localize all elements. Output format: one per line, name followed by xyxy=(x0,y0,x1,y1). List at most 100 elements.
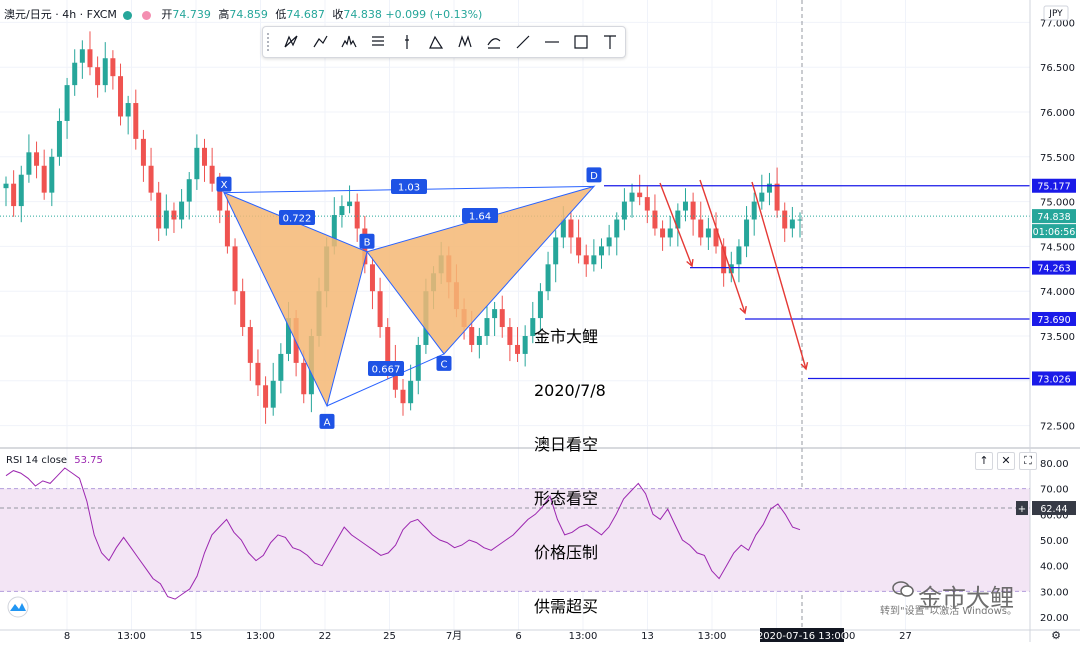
pattern-point-label: B xyxy=(359,233,375,249)
three-drives-icon-path xyxy=(429,35,444,49)
candle xyxy=(644,197,650,211)
candle xyxy=(247,327,253,363)
triangle-pattern-icon[interactable] xyxy=(393,29,422,55)
y-tick-label: 76.000 xyxy=(1040,108,1075,119)
candle xyxy=(140,138,146,166)
candle xyxy=(484,318,490,336)
candle xyxy=(301,362,307,395)
open-value: 74.739 xyxy=(172,8,211,21)
rectangle-icon[interactable] xyxy=(567,29,596,55)
candle xyxy=(171,210,177,220)
candle xyxy=(72,62,78,86)
close-value: 74.838 xyxy=(343,8,382,21)
chart-header: 澳元/日元 · 4h · FXCM 开74.739 高74.859 低74.68… xyxy=(4,6,482,22)
pattern-point-label-text: C xyxy=(441,359,448,370)
change-value: +0.099 (+0.13%) xyxy=(385,8,483,21)
candle xyxy=(774,183,780,211)
candle xyxy=(354,201,360,229)
candle xyxy=(64,85,70,121)
candle xyxy=(400,389,406,404)
candle xyxy=(87,49,93,68)
trend-line-icon[interactable] xyxy=(509,29,538,55)
y-tick-label: 74.000 xyxy=(1040,287,1075,298)
price-badge-text: 74.263 xyxy=(1037,264,1070,275)
candle xyxy=(163,210,169,229)
cypher-pattern-icon[interactable] xyxy=(306,29,335,55)
candle xyxy=(56,120,62,157)
maximize-icon[interactable]: ⛶ xyxy=(1019,452,1037,470)
toolbar-drag-handle[interactable] xyxy=(267,33,277,51)
crosshair-time-label: 2020-07-16 13:00 xyxy=(757,628,847,642)
three-drives-icon[interactable] xyxy=(422,29,451,55)
rsi-tick-label: 50.00 xyxy=(1040,536,1069,547)
elliott-wave-icon-path xyxy=(458,35,472,48)
candle xyxy=(179,201,185,220)
candle xyxy=(660,228,666,238)
abcd-pattern-icon[interactable] xyxy=(364,29,393,55)
wave-icon[interactable] xyxy=(141,10,151,20)
candle xyxy=(41,165,47,193)
abcd-icon[interactable] xyxy=(480,29,509,55)
price-badge: 73.690 xyxy=(1032,311,1076,326)
candle xyxy=(492,309,498,319)
candle xyxy=(156,192,162,229)
drawing-toolbar xyxy=(262,26,626,58)
candle xyxy=(202,147,207,166)
candle xyxy=(415,344,421,381)
price-badge: 73.026 xyxy=(1032,371,1076,386)
pattern-point-label: X xyxy=(216,176,232,192)
high-label: 高 xyxy=(218,8,230,21)
price-badge: 74.838 xyxy=(1032,209,1076,224)
pattern-ratio-label-text: 1.03 xyxy=(398,183,420,194)
candle xyxy=(789,219,795,229)
rectangle-icon-glyph xyxy=(574,35,588,49)
x-tick-label: 13 xyxy=(641,631,654,642)
text-tool-icon[interactable] xyxy=(596,29,625,55)
pattern-point-label-text: X xyxy=(221,180,228,191)
triangle-pattern-icon-path xyxy=(405,35,410,49)
candle xyxy=(102,58,108,86)
candle xyxy=(11,183,17,207)
high-value: 74.859 xyxy=(229,8,268,21)
pattern-ratio-label: 0.722 xyxy=(279,210,315,225)
move-up-icon[interactable]: ↑ xyxy=(975,452,993,470)
pattern-ratio-label-text: 0.722 xyxy=(283,214,312,225)
note-line: 澳日看空 xyxy=(534,435,599,454)
pattern-point-label-text: D xyxy=(590,171,598,182)
x-tick-label: 13:00 xyxy=(117,631,146,642)
elliott-wave-icon[interactable] xyxy=(451,29,480,55)
price-badge-text: 01:06:56 xyxy=(1033,227,1076,238)
three-drives-icon-glyph xyxy=(429,35,444,49)
price-badge-text: 73.690 xyxy=(1037,315,1070,326)
candle xyxy=(667,228,673,238)
cypher-pattern-icon-glyph xyxy=(313,35,328,48)
horizontal-line-icon[interactable] xyxy=(538,29,567,55)
abcd-pattern-icon-path xyxy=(372,36,385,46)
rsi-value: 53.75 xyxy=(74,455,103,466)
rsi-header[interactable]: RSI 14 close 53.75 xyxy=(6,455,103,466)
head-shoulders-icon[interactable] xyxy=(335,29,364,55)
candle xyxy=(637,192,643,198)
note-line: 金市大鲤 xyxy=(534,327,599,346)
symbol-label[interactable]: 澳元/日元 · 4h · FXCM xyxy=(4,8,117,21)
pattern-ratio-label: 1.03 xyxy=(391,179,427,194)
candle xyxy=(118,76,124,117)
pattern-point-label: D xyxy=(586,167,602,183)
candle xyxy=(469,327,475,345)
tradingview-logo-icon xyxy=(7,596,29,618)
candle xyxy=(568,219,574,238)
currency-badge: JPY xyxy=(1043,5,1069,21)
x-tick-label: 8 xyxy=(64,631,70,642)
candle xyxy=(270,380,276,408)
rsi-tick-label: 80.00 xyxy=(1040,459,1069,470)
price-badge: 01:06:56 xyxy=(1032,224,1076,239)
chart-stage[interactable]: X A B C D 0.722 1.03 1.64 0.667 77.000 76.500 76.0… xyxy=(0,0,1080,642)
close-icon[interactable]: ✕ xyxy=(997,452,1015,470)
xabcd-pattern-icon[interactable] xyxy=(277,29,306,55)
candle xyxy=(606,237,612,247)
trend-line-icon-glyph xyxy=(516,35,530,49)
rsi-tick-label: 70.00 xyxy=(1040,485,1069,496)
candle xyxy=(49,156,55,193)
pattern-ratio-label-text: 0.667 xyxy=(372,365,401,376)
candle xyxy=(263,385,269,408)
